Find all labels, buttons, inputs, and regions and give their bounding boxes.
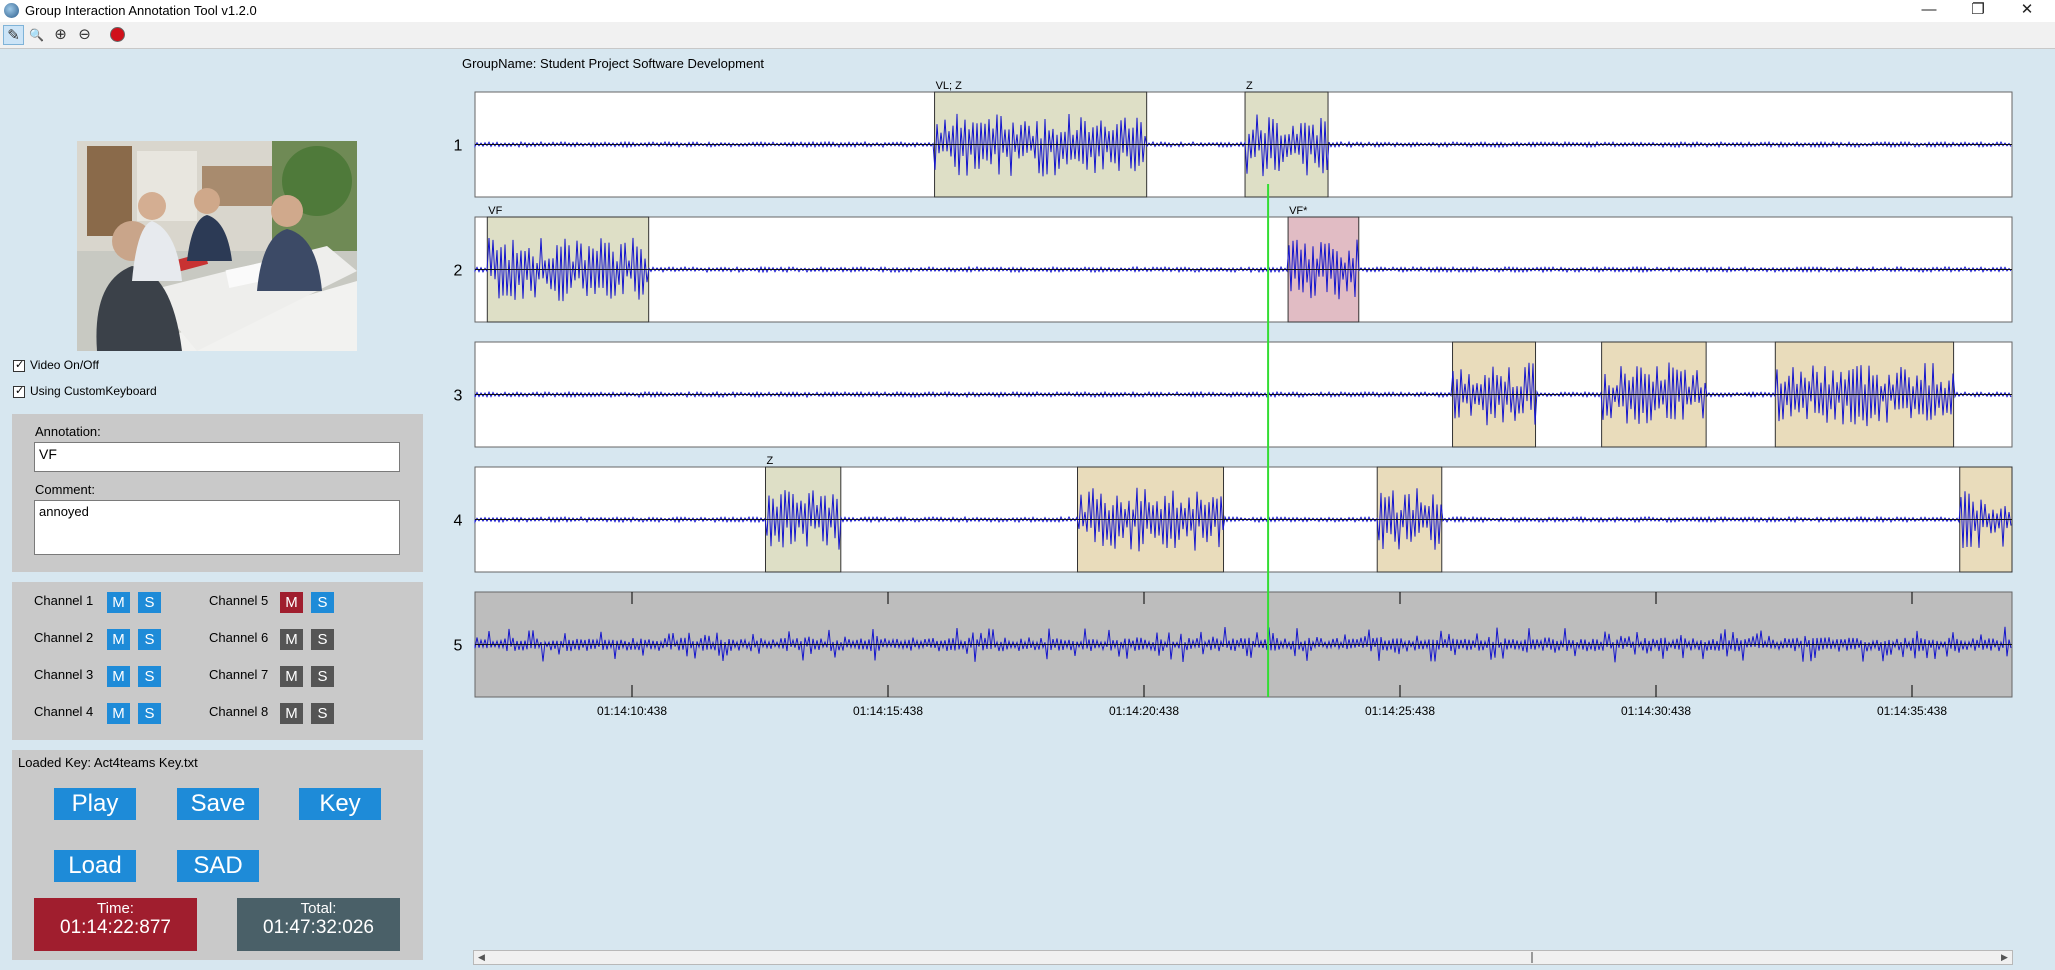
annotation-input[interactable]: VF <box>34 442 400 472</box>
comment-textarea[interactable]: annoyed <box>34 500 400 555</box>
zoom-out-icon[interactable]: ⊖ <box>74 25 95 45</box>
save-button[interactable]: Save <box>177 788 259 820</box>
restore-button[interactable]: ❐ <box>1955 0 2001 22</box>
channel-5-solo-button[interactable]: S <box>311 592 334 613</box>
annotation-label: Z <box>1246 80 1253 92</box>
annotation-label: VF* <box>1289 205 1308 217</box>
toolbar: ✎ 🔍 ⊕ ⊖ <box>0 22 2055 49</box>
channel-6-label: Channel 6 <box>209 630 269 645</box>
track-number: 4 <box>454 513 463 530</box>
channel-3-label: Channel 3 <box>34 667 94 682</box>
loaded-key-label: Loaded Key: Act4teams Key.txt <box>18 755 198 770</box>
annotation-panel: Annotation: VF Comment: annoyed <box>12 414 423 572</box>
zoom-in-icon[interactable]: ⊕ <box>50 25 71 45</box>
time-value: 01:14:22:877 <box>60 917 171 938</box>
magnifier-icon[interactable]: 🔍 <box>26 25 47 45</box>
channel-5-label: Channel 5 <box>209 593 269 608</box>
app-icon <box>4 3 19 18</box>
total-value: 01:47:32:026 <box>263 917 374 938</box>
channel-7-mute-button[interactable]: M <box>280 666 303 687</box>
annotation-label: VF <box>488 205 502 217</box>
channel-7-label: Channel 7 <box>209 667 269 682</box>
time-tick-label: 01:14:15:438 <box>853 704 923 718</box>
track-number: 5 <box>454 638 463 655</box>
time-tick-label: 01:14:35:438 <box>1877 704 1947 718</box>
video-toggle-checkbox[interactable]: Video On/Off <box>13 358 99 372</box>
group-name-label: GroupName: Student Project Software Deve… <box>462 56 765 71</box>
horizontal-scrollbar[interactable]: ◀ ▶ <box>473 950 2013 965</box>
track-1[interactable]: 1 VL; Z Z <box>454 80 2013 198</box>
scroll-left-icon[interactable]: ◀ <box>474 950 489 965</box>
channel-2-mute-button[interactable]: M <box>107 629 130 650</box>
channel-8-solo-button[interactable]: S <box>311 703 334 724</box>
custom-keyboard-checkbox[interactable]: Using CustomKeyboard <box>13 384 157 398</box>
pencil-icon[interactable]: ✎ <box>3 25 24 45</box>
close-button[interactable]: ✕ <box>2004 0 2050 22</box>
channel-7-solo-button[interactable]: S <box>311 666 334 687</box>
channel-4-mute-button[interactable]: M <box>107 703 130 724</box>
track-4[interactable]: 4Z <box>454 455 2013 573</box>
channel-8-label: Channel 8 <box>209 704 269 719</box>
channel-1-solo-button[interactable]: S <box>138 592 161 613</box>
time-tick-label: 01:14:30:438 <box>1621 704 1691 718</box>
controls-panel: Loaded Key: Act4teams Key.txt Play Save … <box>12 750 423 960</box>
checkbox-box[interactable] <box>13 384 25 398</box>
window-title: Group Interaction Annotation Tool v1.2.0 <box>25 3 257 18</box>
time-tick-label: 01:14:25:438 <box>1365 704 1435 718</box>
total-label: Total: <box>300 900 337 917</box>
channels-panel: Channel 1 M S Channel 2 M S Channel 3 M … <box>12 582 423 740</box>
channel-8-mute-button[interactable]: M <box>280 703 303 724</box>
sad-button[interactable]: SAD <box>177 850 259 882</box>
time-tick-label: 01:14:10:438 <box>597 704 667 718</box>
total-time-display: Total: 01:47:32:026 <box>237 898 400 951</box>
title-bar: Group Interaction Annotation Tool v1.2.0… <box>0 0 2055 22</box>
annotation-label: Annotation: <box>35 424 101 439</box>
custom-keyboard-label: Using CustomKeyboard <box>30 384 157 398</box>
annotation-label: Z <box>766 455 773 467</box>
channel-3-solo-button[interactable]: S <box>138 666 161 687</box>
checkbox-box[interactable] <box>13 358 25 372</box>
key-button[interactable]: Key <box>299 788 381 820</box>
time-label: Time: <box>97 900 134 917</box>
channel-1-label: Channel 1 <box>34 593 94 608</box>
track-number: 3 <box>454 388 463 405</box>
load-button[interactable]: Load <box>54 850 136 882</box>
track-number: 1 <box>454 138 463 155</box>
channel-1-mute-button[interactable]: M <box>107 592 130 613</box>
scroll-right-icon[interactable]: ▶ <box>1997 950 2012 965</box>
annotation-label: VL; Z <box>936 80 963 92</box>
minimize-button[interactable]: — <box>1906 0 1952 22</box>
video-toggle-label: Video On/Off <box>30 358 99 372</box>
time-tick-label: 01:14:20:438 <box>1109 704 1179 718</box>
comment-label: Comment: <box>35 482 95 497</box>
channel-2-label: Channel 2 <box>34 630 94 645</box>
channel-5-mute-button[interactable]: M <box>280 592 303 613</box>
video-preview <box>77 141 357 351</box>
channel-2-solo-button[interactable]: S <box>138 629 161 650</box>
play-button[interactable]: Play <box>54 788 136 820</box>
channel-6-mute-button[interactable]: M <box>280 629 303 650</box>
channel-4-solo-button[interactable]: S <box>138 703 161 724</box>
scrollbar-thumb[interactable] <box>1531 952 1533 963</box>
channel-6-solo-button[interactable]: S <box>311 629 334 650</box>
channel-4-label: Channel 4 <box>34 704 94 719</box>
track-2[interactable]: 2 VF VF* <box>454 205 2013 323</box>
current-time-display: Time: 01:14:22:877 <box>34 898 197 951</box>
record-icon[interactable] <box>107 25 128 45</box>
track-number: 2 <box>454 263 463 280</box>
track-5[interactable]: 5 <box>454 591 2013 698</box>
channel-3-mute-button[interactable]: M <box>107 666 130 687</box>
track-3[interactable]: 3 <box>454 341 2013 448</box>
waveform-timeline[interactable]: 1VL; Z Z2VF VF*34Z5 01:14:10:438 01:14:15:4… <box>440 78 2020 718</box>
